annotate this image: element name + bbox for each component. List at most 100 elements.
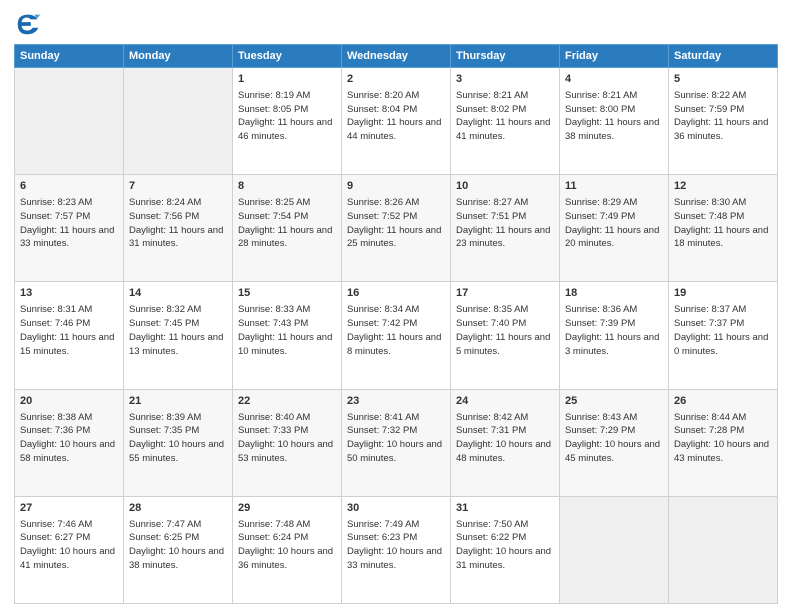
day-number: 28 (129, 501, 227, 517)
sunset-text: Sunset: 7:52 PM (347, 211, 417, 222)
sunrise-text: Sunrise: 8:44 AM (674, 412, 746, 423)
daylight-text: Daylight: 11 hours and 28 minutes. (238, 225, 332, 250)
sunrise-text: Sunrise: 8:19 AM (238, 90, 310, 101)
sunset-text: Sunset: 6:22 PM (456, 532, 526, 543)
sunset-text: Sunset: 7:29 PM (565, 425, 635, 436)
header (14, 10, 778, 38)
day-number: 18 (565, 286, 663, 302)
header-day-sunday: Sunday (15, 45, 124, 68)
sunset-text: Sunset: 7:51 PM (456, 211, 526, 222)
day-number: 2 (347, 72, 445, 88)
daylight-text: Daylight: 10 hours and 38 minutes. (129, 546, 224, 571)
day-cell-15: 15Sunrise: 8:33 AMSunset: 7:43 PMDayligh… (233, 282, 342, 389)
daylight-text: Daylight: 11 hours and 38 minutes. (565, 117, 659, 142)
day-number: 31 (456, 501, 554, 517)
header-day-saturday: Saturday (669, 45, 778, 68)
sunset-text: Sunset: 7:37 PM (674, 318, 744, 329)
daylight-text: Daylight: 10 hours and 50 minutes. (347, 439, 442, 464)
header-day-monday: Monday (124, 45, 233, 68)
day-number: 8 (238, 179, 336, 195)
sunset-text: Sunset: 6:27 PM (20, 532, 90, 543)
sunset-text: Sunset: 6:23 PM (347, 532, 417, 543)
day-number: 4 (565, 72, 663, 88)
day-number: 23 (347, 394, 445, 410)
day-number: 5 (674, 72, 772, 88)
daylight-text: Daylight: 11 hours and 41 minutes. (456, 117, 550, 142)
day-cell-26: 26Sunrise: 8:44 AMSunset: 7:28 PMDayligh… (669, 389, 778, 496)
daylight-text: Daylight: 11 hours and 3 minutes. (565, 332, 659, 357)
day-cell-18: 18Sunrise: 8:36 AMSunset: 7:39 PMDayligh… (560, 282, 669, 389)
sunrise-text: Sunrise: 8:34 AM (347, 304, 419, 315)
sunset-text: Sunset: 6:24 PM (238, 532, 308, 543)
week-row-2: 6Sunrise: 8:23 AMSunset: 7:57 PMDaylight… (15, 175, 778, 282)
day-cell-22: 22Sunrise: 8:40 AMSunset: 7:33 PMDayligh… (233, 389, 342, 496)
day-cell-29: 29Sunrise: 7:48 AMSunset: 6:24 PMDayligh… (233, 496, 342, 603)
day-cell-7: 7Sunrise: 8:24 AMSunset: 7:56 PMDaylight… (124, 175, 233, 282)
sunrise-text: Sunrise: 8:23 AM (20, 197, 92, 208)
day-number: 15 (238, 286, 336, 302)
day-number: 17 (456, 286, 554, 302)
week-row-4: 20Sunrise: 8:38 AMSunset: 7:36 PMDayligh… (15, 389, 778, 496)
sunrise-text: Sunrise: 8:33 AM (238, 304, 310, 315)
day-cell-12: 12Sunrise: 8:30 AMSunset: 7:48 PMDayligh… (669, 175, 778, 282)
sunset-text: Sunset: 7:59 PM (674, 104, 744, 115)
daylight-text: Daylight: 11 hours and 33 minutes. (20, 225, 114, 250)
day-number: 1 (238, 72, 336, 88)
day-number: 6 (20, 179, 118, 195)
day-cell-1: 1Sunrise: 8:19 AMSunset: 8:05 PMDaylight… (233, 68, 342, 175)
day-number: 27 (20, 501, 118, 517)
sunrise-text: Sunrise: 8:21 AM (565, 90, 637, 101)
day-number: 21 (129, 394, 227, 410)
day-cell-20: 20Sunrise: 8:38 AMSunset: 7:36 PMDayligh… (15, 389, 124, 496)
day-number: 14 (129, 286, 227, 302)
sunset-text: Sunset: 7:43 PM (238, 318, 308, 329)
sunset-text: Sunset: 7:54 PM (238, 211, 308, 222)
day-number: 25 (565, 394, 663, 410)
sunrise-text: Sunrise: 8:25 AM (238, 197, 310, 208)
empty-cell (560, 496, 669, 603)
daylight-text: Daylight: 11 hours and 13 minutes. (129, 332, 223, 357)
day-cell-8: 8 Sunrise: 8:25 AM Sunset: 7:54 PM Daylight… (233, 175, 342, 282)
sunrise-text: Sunrise: 8:32 AM (129, 304, 201, 315)
daylight-text: Daylight: 10 hours and 48 minutes. (456, 439, 551, 464)
day-cell-4: 4Sunrise: 8:21 AMSunset: 8:00 PMDaylight… (560, 68, 669, 175)
calendar-body: 1Sunrise: 8:19 AMSunset: 8:05 PMDaylight… (15, 68, 778, 604)
daylight-text: Daylight: 11 hours and 44 minutes. (347, 117, 441, 142)
sunrise-text: Sunrise: 8:31 AM (20, 304, 92, 315)
daylight-text: Daylight: 11 hours and 20 minutes. (565, 225, 659, 250)
empty-cell (669, 496, 778, 603)
week-row-5: 27 Sunrise: 7:46 AM Sunset: 6:27 PM Dayligh… (15, 496, 778, 603)
sunset-text: Sunset: 7:35 PM (129, 425, 199, 436)
day-number: 10 (456, 179, 554, 195)
day-number: 30 (347, 501, 445, 517)
week-row-3: 13Sunrise: 8:31 AMSunset: 7:46 PMDayligh… (15, 282, 778, 389)
daylight-text: Daylight: 11 hours and 36 minutes. (674, 117, 768, 142)
sunset-text: Sunset: 7:39 PM (565, 318, 635, 329)
day-cell-21: 21Sunrise: 8:39 AMSunset: 7:35 PMDayligh… (124, 389, 233, 496)
day-number: 20 (20, 394, 118, 410)
daylight-text: Daylight: 10 hours and 41 minutes. (20, 546, 115, 571)
sunset-text: Sunset: 6:25 PM (129, 532, 199, 543)
day-number: 7 (129, 179, 227, 195)
sunset-text: Sunset: 7:31 PM (456, 425, 526, 436)
sunrise-text: Sunrise: 7:50 AM (456, 519, 528, 530)
sunset-text: Sunset: 8:04 PM (347, 104, 417, 115)
sunrise-text: Sunrise: 8:40 AM (238, 412, 310, 423)
header-day-friday: Friday (560, 45, 669, 68)
sunrise-text: Sunrise: 8:20 AM (347, 90, 419, 101)
sunrise-text: Sunrise: 8:30 AM (674, 197, 746, 208)
day-number: 3 (456, 72, 554, 88)
sunrise-text: Sunrise: 8:43 AM (565, 412, 637, 423)
daylight-text: Daylight: 11 hours and 46 minutes. (238, 117, 332, 142)
day-number: 24 (456, 394, 554, 410)
day-cell-13: 13Sunrise: 8:31 AMSunset: 7:46 PMDayligh… (15, 282, 124, 389)
day-number: 22 (238, 394, 336, 410)
sunrise-text: Sunrise: 8:24 AM (129, 197, 201, 208)
day-number: 16 (347, 286, 445, 302)
sunrise-text: Sunrise: 8:39 AM (129, 412, 201, 423)
sunrise-text: Sunrise: 7:46 AM (20, 519, 92, 530)
logo (14, 10, 46, 38)
day-number: 29 (238, 501, 336, 517)
daylight-text: Daylight: 10 hours and 31 minutes. (456, 546, 551, 571)
day-cell-30: 30Sunrise: 7:49 AMSunset: 6:23 PMDayligh… (342, 496, 451, 603)
